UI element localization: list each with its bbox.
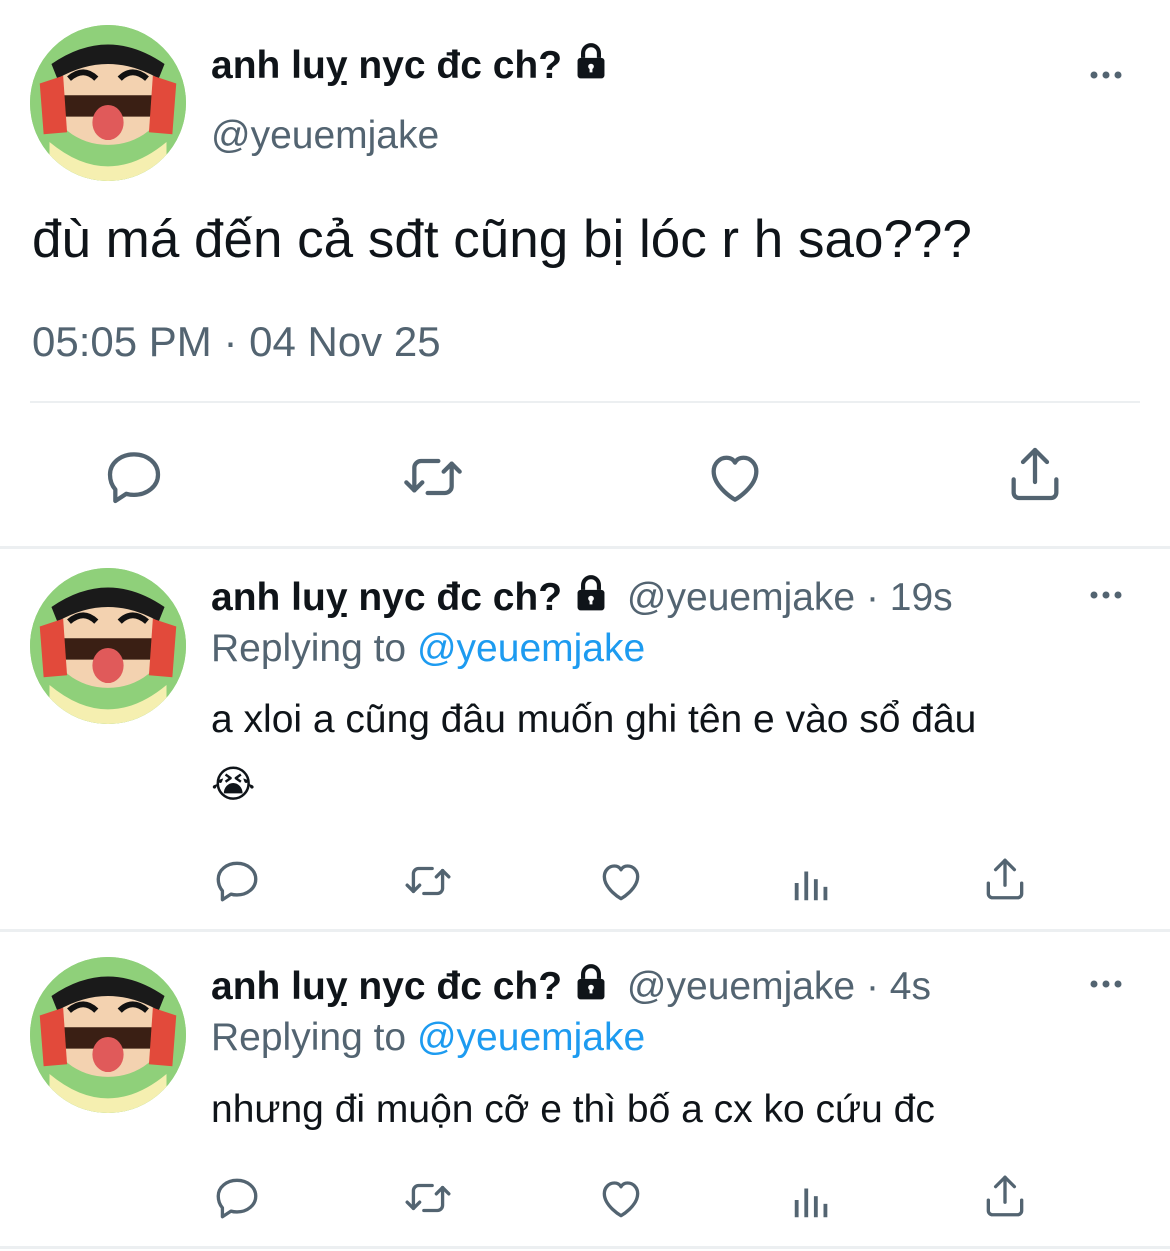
tweet-age[interactable]: 19s (890, 576, 953, 619)
crying-emoji: 😭 (211, 764, 256, 806)
author-name-row[interactable]: anh luỵ nyc đc ch? (211, 42, 610, 90)
lock-icon (572, 42, 610, 80)
tweet-text: đù má đến cả sđt cũng bị lóc r h sao??? (32, 210, 972, 269)
divider (0, 546, 1170, 549)
replying-to-row: Replying to @yeuemjake (211, 625, 645, 673)
views-icon[interactable] (789, 860, 835, 906)
separator-dot: · (855, 576, 890, 619)
more-icon[interactable] (1086, 63, 1126, 87)
display-name[interactable]: anh luỵ nyc đc ch? (211, 965, 562, 1008)
divider (30, 401, 1140, 403)
reply-icon[interactable] (212, 1173, 262, 1223)
divider (0, 1246, 1170, 1249)
share-icon[interactable] (980, 1171, 1030, 1221)
timestamp[interactable]: 05:05 PM · 04 Nov 25 (32, 316, 441, 368)
reply-text: nhưng đi muộn cỡ e thì bố a cx ko cứu đc (211, 1088, 935, 1131)
handle[interactable]: @yeuemjake (211, 112, 439, 160)
reply-icon[interactable] (102, 445, 166, 509)
more-icon[interactable] (1086, 583, 1126, 607)
views-icon[interactable] (789, 1177, 835, 1223)
replying-to-link[interactable]: @yeuemjake (417, 627, 645, 670)
reply-text: a xloi a cũng đâu muốn ghi tên e vào sổ … (211, 698, 977, 741)
divider (0, 929, 1170, 932)
lock-icon (572, 963, 610, 1001)
display-name[interactable]: anh luỵ nyc đc ch? (211, 576, 562, 619)
handle[interactable]: @yeuemjake (627, 965, 855, 1008)
avatar[interactable] (30, 25, 186, 181)
share-icon[interactable] (980, 854, 1030, 904)
handle[interactable]: @yeuemjake (627, 576, 855, 619)
author-row: anh luỵ nyc đc ch? @yeuemjake · 4s (211, 963, 931, 1011)
more-icon[interactable] (1086, 972, 1126, 996)
replying-label: Replying to (211, 627, 407, 670)
like-icon[interactable] (703, 445, 767, 509)
author-row: anh luỵ nyc đc ch? @yeuemjake · 19s (211, 574, 953, 622)
replying-to-row: Replying to @yeuemjake (211, 1014, 645, 1062)
replying-to-link[interactable]: @yeuemjake (417, 1016, 645, 1059)
avatar[interactable] (30, 568, 186, 724)
avatar[interactable] (30, 957, 186, 1113)
separator-dot: · (855, 965, 890, 1008)
retweet-icon[interactable] (402, 1173, 454, 1223)
replying-label: Replying to (211, 1016, 407, 1059)
like-icon[interactable] (596, 856, 646, 906)
retweet-icon[interactable] (402, 856, 454, 906)
retweet-icon[interactable] (400, 445, 466, 509)
share-icon[interactable] (1003, 442, 1067, 506)
reply-icon[interactable] (212, 856, 262, 906)
like-icon[interactable] (596, 1173, 646, 1223)
lock-icon (572, 574, 610, 612)
tweet-age[interactable]: 4s (890, 965, 931, 1008)
display-name[interactable]: anh luỵ nyc đc ch? (211, 44, 562, 87)
